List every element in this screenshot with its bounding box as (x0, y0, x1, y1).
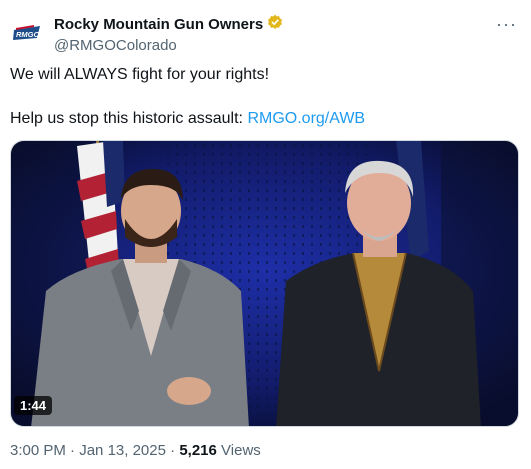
account-handle[interactable]: @RMGOColorado (54, 36, 283, 56)
post-meta: 3:00 PM · Jan 13, 2025 · 5,216 Views (10, 441, 261, 461)
post-time[interactable]: 3:00 PM (10, 442, 66, 459)
post-line-2: Help us stop this historic assault: RMGO… (10, 108, 520, 130)
post-link[interactable]: RMGO.org/AWB (247, 110, 365, 127)
post-header: RMGO Rocky Mountain Gun Owners @RMGOColo… (10, 12, 521, 54)
post-line-2-prefix: Help us stop this historic assault: (10, 110, 243, 127)
meta-separator: · (165, 442, 180, 459)
avatar-logo-text: RMGO (16, 30, 39, 39)
account-names: Rocky Mountain Gun Owners @RMGOColorado (54, 14, 283, 56)
avatar[interactable]: RMGO (10, 14, 46, 50)
post-text: We will ALWAYS fight for your rights! He… (10, 64, 520, 130)
display-name[interactable]: Rocky Mountain Gun Owners (54, 15, 263, 35)
more-options-icon[interactable]: ··· (496, 14, 517, 35)
views-count: 5,216 (179, 442, 217, 459)
display-name-row[interactable]: Rocky Mountain Gun Owners (54, 14, 283, 36)
video-duration: 1:44 (14, 396, 53, 415)
post-date[interactable]: Jan 13, 2025 (79, 442, 166, 459)
video-player[interactable] (10, 140, 519, 427)
views-label: Views (221, 442, 261, 459)
meta-separator: · (65, 442, 80, 459)
verified-badge-icon (267, 14, 283, 36)
video-thumbnail (11, 141, 518, 426)
post-line-1: We will ALWAYS fight for your rights! (10, 66, 270, 83)
